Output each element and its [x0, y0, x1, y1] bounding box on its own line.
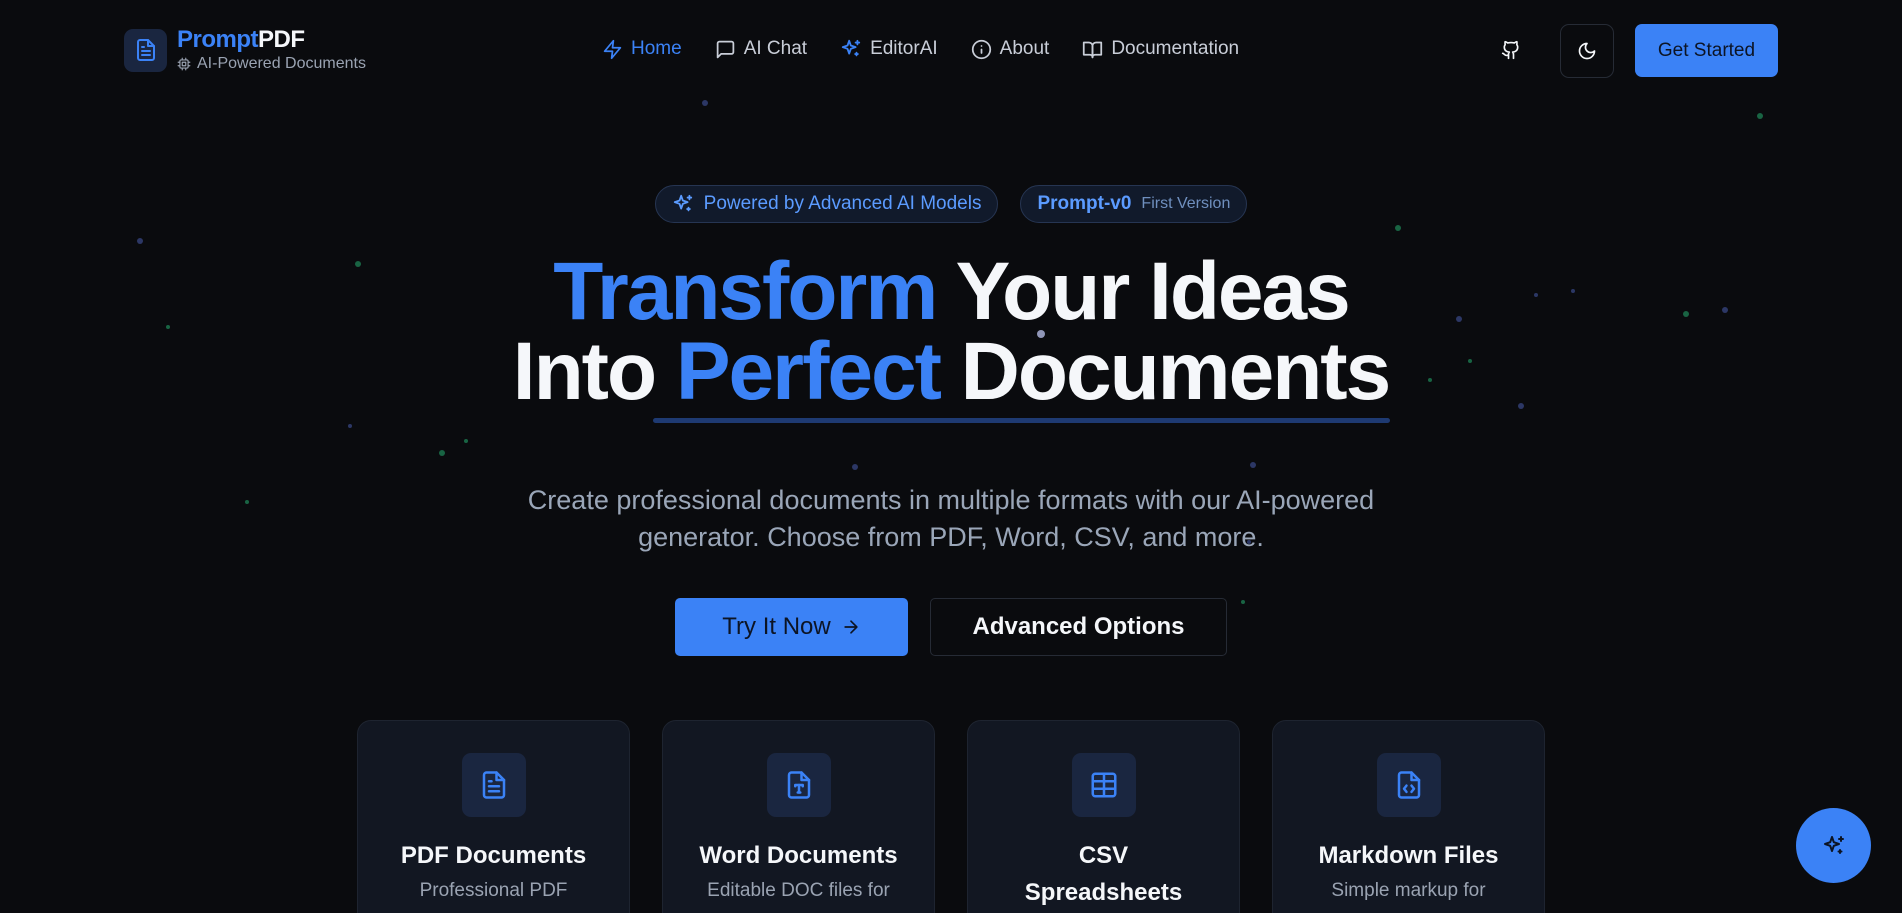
- nav-label-home: Home: [631, 38, 682, 59]
- brand[interactable]: PromptPDF AI-Powered Documents: [124, 27, 366, 73]
- nav-label-documentation: Documentation: [1111, 38, 1240, 59]
- feature-card-pdf[interactable]: PDF Documents Professional PDF: [357, 720, 630, 913]
- card-title: PDF Documents: [400, 842, 587, 869]
- headline-accent-perfect: Perfect: [675, 326, 942, 417]
- message-square-icon: [716, 40, 734, 58]
- advanced-options-button[interactable]: Advanced Options: [930, 598, 1227, 656]
- headline-line-1: Transform Your Ideas: [0, 251, 1902, 333]
- headline-accent-transform: Transform: [553, 246, 938, 337]
- feature-card-word[interactable]: Word Documents Editable DOC files for: [662, 720, 935, 913]
- get-started-button[interactable]: Get Started: [1635, 24, 1778, 77]
- sparkles-icon: [1823, 835, 1844, 854]
- headline-line-2-start: Into: [512, 326, 676, 417]
- nav-label-editorai: EditorAI: [870, 38, 938, 59]
- sparkles-icon: [673, 194, 692, 212]
- arrow-right-icon: [844, 620, 858, 634]
- ai-assistant-fab[interactable]: [1796, 808, 1871, 883]
- nav-item-documentation[interactable]: Documentation: [1082, 38, 1239, 60]
- card-description: Professional PDF: [419, 880, 568, 901]
- hero-headline: Transform Your Ideas Into Perfect Docume…: [0, 251, 1902, 413]
- brand-name-prompt: Prompt: [177, 26, 259, 53]
- headline-underline: [653, 418, 1390, 423]
- try-it-now-button[interactable]: Try It Now: [675, 598, 908, 656]
- brand-name: PromptPDF: [177, 27, 366, 53]
- cpu-icon: [177, 57, 191, 71]
- card-title: Markdown Files: [1318, 842, 1499, 869]
- file-type-icon: [766, 753, 831, 817]
- card-title: CSV Spreadsheets: [1024, 842, 1183, 906]
- book-open-icon: [1083, 41, 1103, 58]
- top-navbar: PromptPDF AI-Powered Documents Home AI C…: [0, 0, 1902, 100]
- feature-card-markdown[interactable]: Markdown Files Simple markup for: [1272, 720, 1545, 913]
- version-name: Prompt-v0: [1037, 193, 1132, 214]
- version-badge: Prompt-v0 First Version: [1020, 185, 1248, 223]
- nav-label-about: About: [999, 38, 1050, 59]
- headline-line-2-rest: Documents: [939, 326, 1392, 417]
- github-button[interactable]: [1485, 24, 1537, 76]
- hero-subtitle-line-2: generator. Choose from PDF, Word, CSV, a…: [638, 522, 1264, 552]
- hero-badges: Powered by Advanced AI Models Prompt-v0 …: [0, 185, 1902, 223]
- headline-line-1-rest: Your Ideas: [936, 246, 1351, 337]
- nav-item-home[interactable]: Home: [602, 38, 682, 60]
- particle-background: [137, 100, 1763, 604]
- feature-card-csv[interactable]: CSV Spreadsheets: [967, 720, 1240, 913]
- table-icon: [1071, 753, 1136, 817]
- card-description: Simple markup for: [1331, 880, 1486, 901]
- moon-icon: [1578, 42, 1596, 60]
- file-text-icon: [461, 753, 526, 817]
- try-it-now-label: Try It Now: [722, 613, 831, 640]
- card-description: Editable DOC files for: [707, 880, 890, 901]
- brand-tagline-text: AI-Powered Documents: [197, 55, 366, 72]
- main-nav: Home AI Chat EditorAI About Documentatio…: [602, 38, 1239, 60]
- nav-item-ai-chat[interactable]: AI Chat: [715, 38, 807, 60]
- theme-toggle-button[interactable]: [1560, 24, 1614, 78]
- zap-icon: [603, 39, 622, 59]
- hero-subtitle: Create professional documents in multipl…: [451, 482, 1451, 556]
- file-code-icon: [1376, 753, 1441, 817]
- card-title: Word Documents: [699, 842, 898, 869]
- nav-item-about[interactable]: About: [971, 38, 1050, 60]
- ai-models-badge-text: Powered by Advanced AI Models: [703, 193, 982, 214]
- nav-label-ai-chat: AI Chat: [743, 38, 808, 59]
- version-note: First Version: [1141, 195, 1231, 212]
- hero-subtitle-line-1: Create professional documents in multipl…: [527, 485, 1375, 515]
- ai-models-badge: Powered by Advanced AI Models: [654, 185, 999, 223]
- page: PromptPDF AI-Powered Documents Home AI C…: [0, 0, 1902, 913]
- sparkles-icon: [841, 39, 861, 57]
- file-text-icon: [124, 28, 167, 72]
- headline-line-2: Into Perfect Documents: [0, 331, 1902, 413]
- brand-tagline: AI-Powered Documents: [177, 55, 366, 73]
- info-icon: [971, 39, 991, 59]
- github-icon: [1501, 40, 1519, 60]
- brand-name-pdf: PDF: [258, 26, 305, 53]
- nav-item-editorai[interactable]: EditorAI: [840, 38, 938, 60]
